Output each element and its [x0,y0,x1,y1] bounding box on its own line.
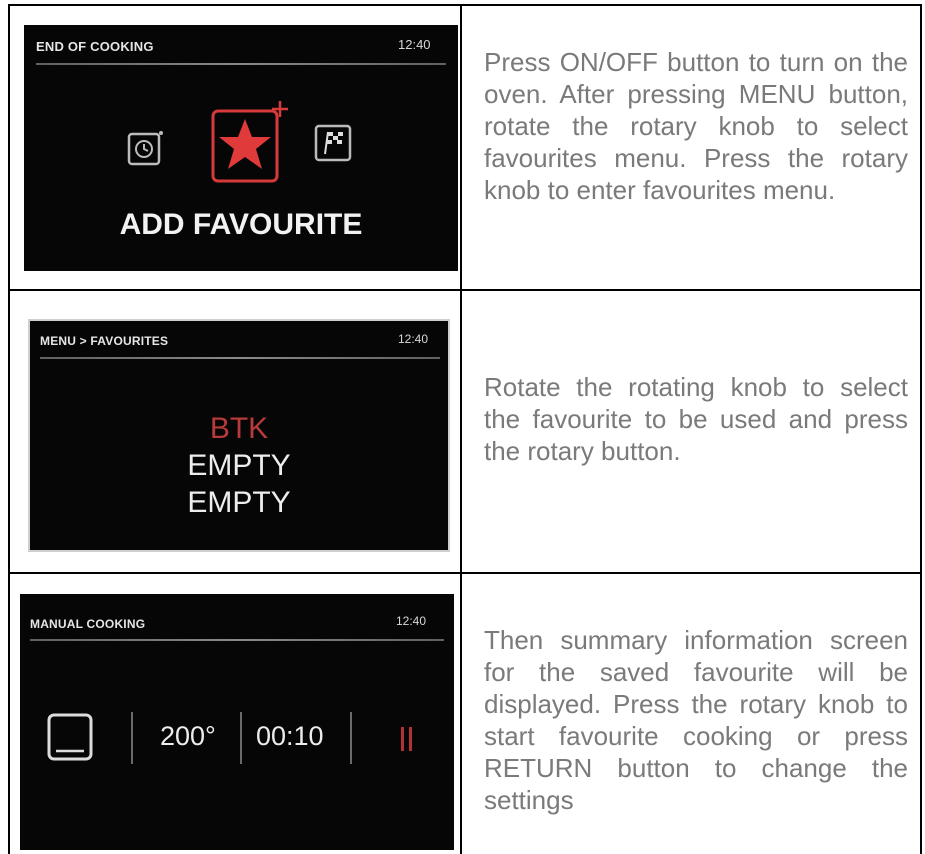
oven-display-manual-cooking: MANUAL COOKING 12:40 200° 00:10 [20,594,454,850]
favourite-item: EMPTY [187,449,291,482]
separator [350,712,352,764]
pause-icon [401,727,412,751]
step-2-description: Rotate the rotating knob to select the f… [484,372,908,466]
oven-display-favourites-menu: MENU > FAVOURITES 12:40 BTK EMPTY EMPTY [28,319,450,552]
screen-header-rule [30,639,444,641]
step-3-description: Then summary information screen for the … [484,625,908,815]
add-favourite-label: ADD FAVOURITE [119,208,363,241]
screen-title: MANUAL COOKING [30,617,146,631]
step-1-description: Press ON/OFF button to turn on the oven.… [484,47,908,205]
favourite-star-icon [211,101,288,183]
screen-header-rule [40,357,440,359]
duration-value: 00:10 [256,721,324,751]
temperature-value: 200° [160,721,216,751]
screen-title: MENU > FAVOURITES [40,334,169,348]
separator [240,712,242,764]
instruction-table: END OF COOKING 12:40 ADD FAVOURITE Press… [8,4,922,854]
separator [131,712,133,764]
favourite-item: EMPTY [187,486,291,519]
table-border-left [8,4,10,854]
table-row-divider [8,289,922,291]
favourite-item-selected: BTK [209,412,269,445]
screen-clock: 12:40 [398,332,429,346]
screen-clock: 12:40 [398,37,431,52]
table-column-divider [460,4,462,854]
screen-title: END OF COOKING [36,39,154,54]
table-row-divider [8,572,922,574]
oven-display-end-of-cooking: END OF COOKING 12:40 ADD FAVOURITE [24,25,458,271]
table-border-right [920,4,922,854]
oven-mode-icon [47,713,93,761]
timer-icon [127,131,163,166]
screen-header-rule [36,63,446,65]
screen-clock: 12:40 [396,614,427,628]
table-border-top [8,4,922,6]
finish-flag-icon [314,124,352,162]
